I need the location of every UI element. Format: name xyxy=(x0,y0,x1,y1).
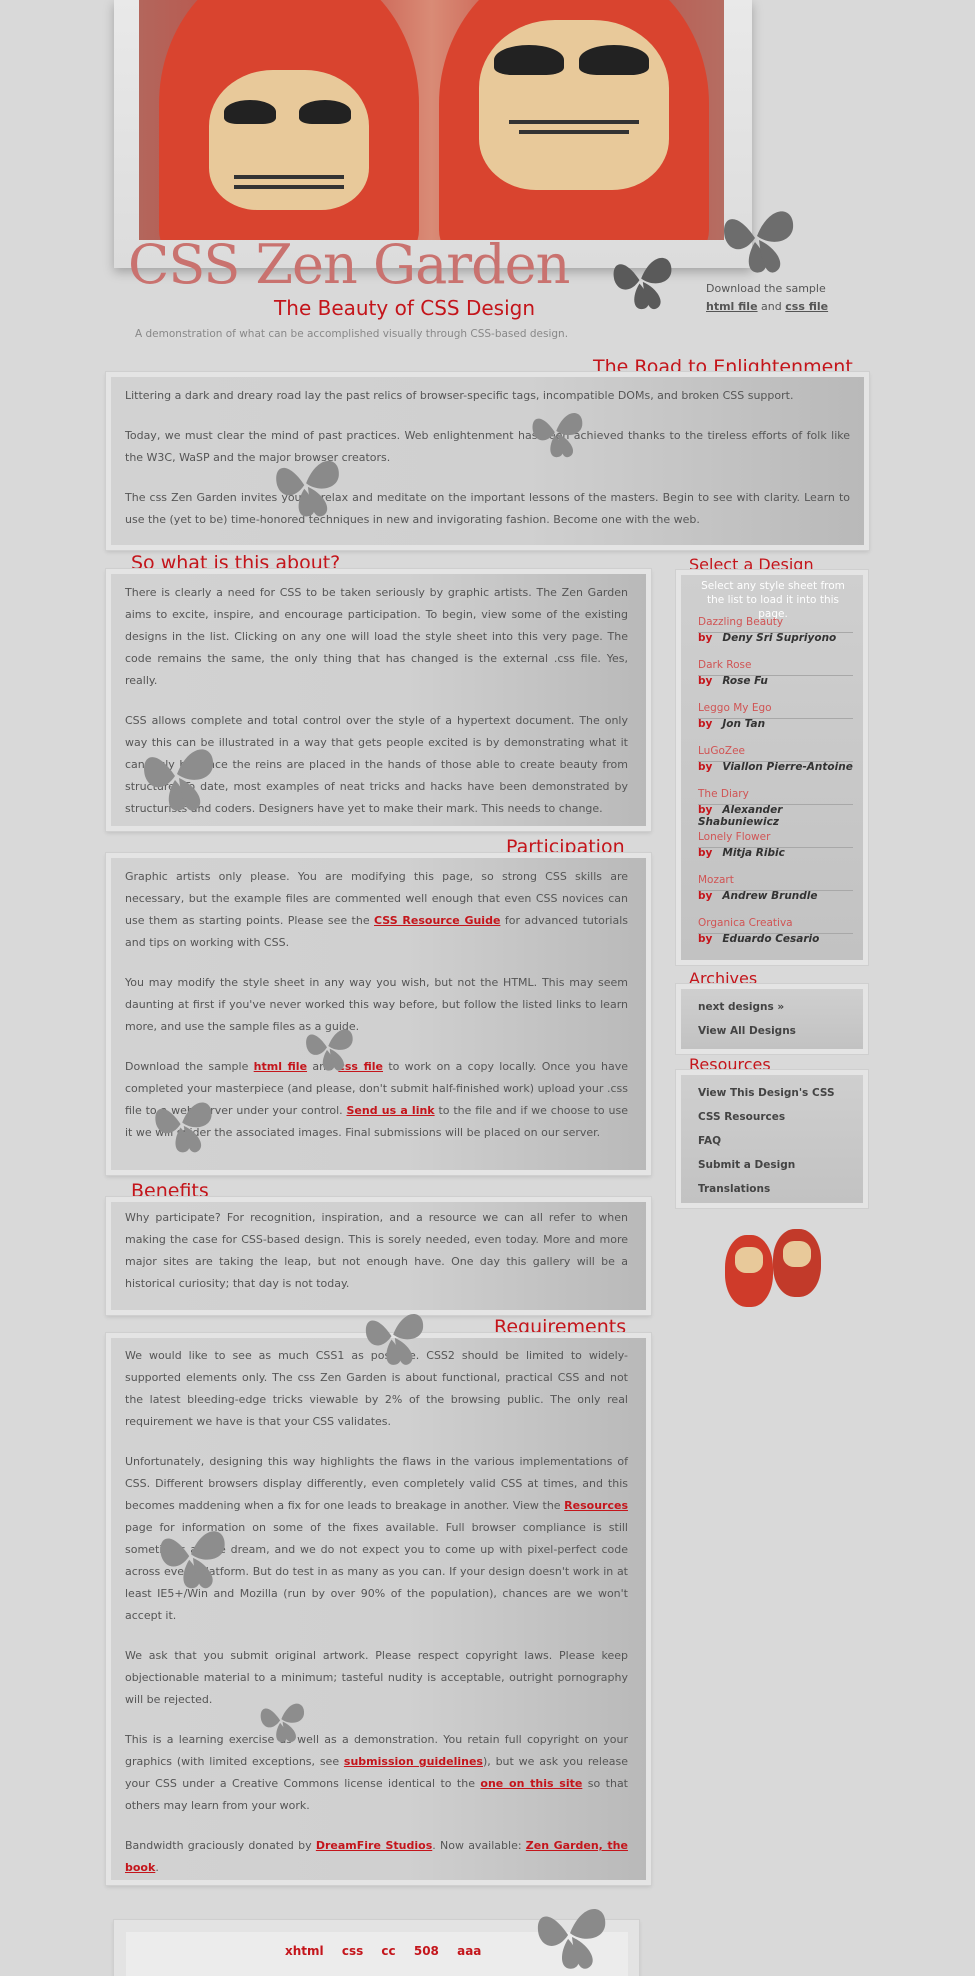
page-title: CSS Zen Garden xyxy=(128,233,570,296)
footer-link-cc[interactable]: cc xyxy=(381,1944,395,1958)
butterfly-icon xyxy=(528,1896,614,1976)
footer-link-aaa[interactable]: aaa xyxy=(457,1944,481,1958)
footer-link-508[interactable]: 508 xyxy=(414,1944,439,1958)
designer-name[interactable]: Andrew Brundle xyxy=(722,890,817,902)
butterfly-icon xyxy=(606,246,678,316)
butterfly-icon xyxy=(152,1518,232,1596)
dreamfire-link[interactable]: DreamFire Studios xyxy=(316,1839,432,1852)
submission-guidelines-link[interactable]: submission guidelines xyxy=(344,1755,483,1768)
design-name-link[interactable]: Dazzling Beauty xyxy=(698,616,853,628)
requirements-paragraph-4: This is a learning exercise as well as a… xyxy=(125,1733,628,1812)
resources-link[interactable]: Resources xyxy=(564,1499,628,1512)
road-paragraph-2: Today, we must clear the mind of past pr… xyxy=(125,429,850,464)
next-designs-link[interactable]: next designs » xyxy=(698,1001,784,1013)
download-sample: Download the sample html file and css fi… xyxy=(706,280,866,316)
participation-paragraph-1: Graphic artists only please. You are mod… xyxy=(125,870,628,949)
design-item[interactable]: LuGoZee by Viallon Pierre-Antoine xyxy=(698,745,853,773)
butterfly-icon xyxy=(268,448,346,524)
butterfly-icon xyxy=(135,735,221,819)
translations-link[interactable]: Translations xyxy=(698,1183,770,1195)
select-design-intro: Select any style sheet from the list to … xyxy=(701,580,845,620)
participation-paragraph-2: You may modify the style sheet in any wa… xyxy=(125,976,628,1033)
download-html-link[interactable]: html file xyxy=(706,300,758,313)
butterfly-icon xyxy=(715,198,801,280)
design-item[interactable]: Organica Creativa by Eduardo Cesario xyxy=(698,917,853,945)
footer-links: xhtml css cc 508 aaa xyxy=(285,1944,495,1958)
requirements-paragraph-3: We ask that you submit original artwork.… xyxy=(125,1649,628,1706)
page-subtitle: The Beauty of CSS Design xyxy=(274,296,535,320)
design-item[interactable]: The Diary by Alexander Shabuniewicz xyxy=(698,788,853,828)
designer-name[interactable]: Viallon Pierre-Antoine xyxy=(722,761,852,773)
butterfly-icon xyxy=(526,402,588,464)
benefits-paragraph-1: Why participate? For recognition, inspir… xyxy=(125,1211,628,1290)
faq-link[interactable]: FAQ xyxy=(698,1135,721,1147)
view-design-css-link[interactable]: View This Design's CSS xyxy=(698,1087,835,1099)
butterfly-icon xyxy=(148,1090,218,1160)
butterfly-icon xyxy=(358,1303,430,1371)
footer-link-css[interactable]: css xyxy=(342,1944,363,1958)
archives-box: next designs » View All Designs xyxy=(676,984,868,1054)
design-name-link[interactable]: LuGoZee xyxy=(698,745,853,757)
requirements-text: We would like to see as much CSS1 as pos… xyxy=(125,1345,628,1897)
send-link[interactable]: Send us a link xyxy=(346,1104,434,1117)
css-resources-link[interactable]: CSS Resources xyxy=(698,1111,785,1123)
resources-box: View This Design's CSS CSS Resources FAQ… xyxy=(676,1070,868,1208)
daruma-dolls-image xyxy=(723,1229,823,1309)
footer-link-xhtml[interactable]: xhtml xyxy=(285,1944,324,1958)
license-link[interactable]: one on this site xyxy=(480,1777,582,1790)
download-prefix: Download the sample xyxy=(706,282,826,295)
design-name-link[interactable]: Organica Creativa xyxy=(698,917,853,929)
design-name-link[interactable]: Mozart xyxy=(698,874,853,886)
download-css-link[interactable]: css file xyxy=(785,300,828,313)
about-paragraph-1: There is clearly a need for CSS to be ta… xyxy=(125,586,628,687)
designer-name[interactable]: Rose Fu xyxy=(722,675,767,687)
benefits-text: Why participate? For recognition, inspir… xyxy=(125,1207,628,1313)
road-paragraph-3: The css Zen Garden invites you to relax … xyxy=(125,491,850,526)
view-all-designs-link[interactable]: View All Designs xyxy=(698,1025,796,1037)
css-resource-guide-link[interactable]: CSS Resource Guide xyxy=(374,914,500,927)
design-item[interactable]: Mozart by Andrew Brundle xyxy=(698,874,853,902)
designer-name[interactable]: Eduardo Cesario xyxy=(722,933,819,945)
design-name-link[interactable]: Lonely Flower xyxy=(698,831,853,843)
download-and: and xyxy=(761,300,782,313)
submit-design-link[interactable]: Submit a Design xyxy=(698,1159,795,1171)
page-tagline: A demonstration of what can be accomplis… xyxy=(135,328,569,340)
designer-name[interactable]: Jon Tan xyxy=(722,718,765,730)
header-photo xyxy=(139,0,724,240)
design-name-link[interactable]: Dark Rose xyxy=(698,659,853,671)
requirements-paragraph-5: Bandwidth graciously donated by DreamFir… xyxy=(125,1839,628,1874)
design-item[interactable]: Lonely Flower by Mitja Ribic xyxy=(698,831,853,859)
select-design-box: Select any style sheet from the list to … xyxy=(676,570,868,965)
design-item[interactable]: Leggo My Ego by Jon Tan xyxy=(698,702,853,730)
butterfly-icon xyxy=(255,1695,309,1747)
road-paragraph-1: Littering a dark and dreary road lay the… xyxy=(125,389,794,402)
designer-name[interactable]: Mitja Ribic xyxy=(722,847,784,859)
design-name-link[interactable]: Leggo My Ego xyxy=(698,702,853,714)
butterfly-icon xyxy=(300,1020,358,1076)
design-name-link[interactable]: The Diary xyxy=(698,788,853,800)
designer-name[interactable]: Deny Sri Supriyono xyxy=(722,632,836,644)
design-item[interactable]: Dazzling Beauty by Deny Sri Supriyono xyxy=(698,616,853,644)
design-item[interactable]: Dark Rose by Rose Fu xyxy=(698,659,853,687)
road-text: Littering a dark and dreary road lay the… xyxy=(125,385,850,549)
